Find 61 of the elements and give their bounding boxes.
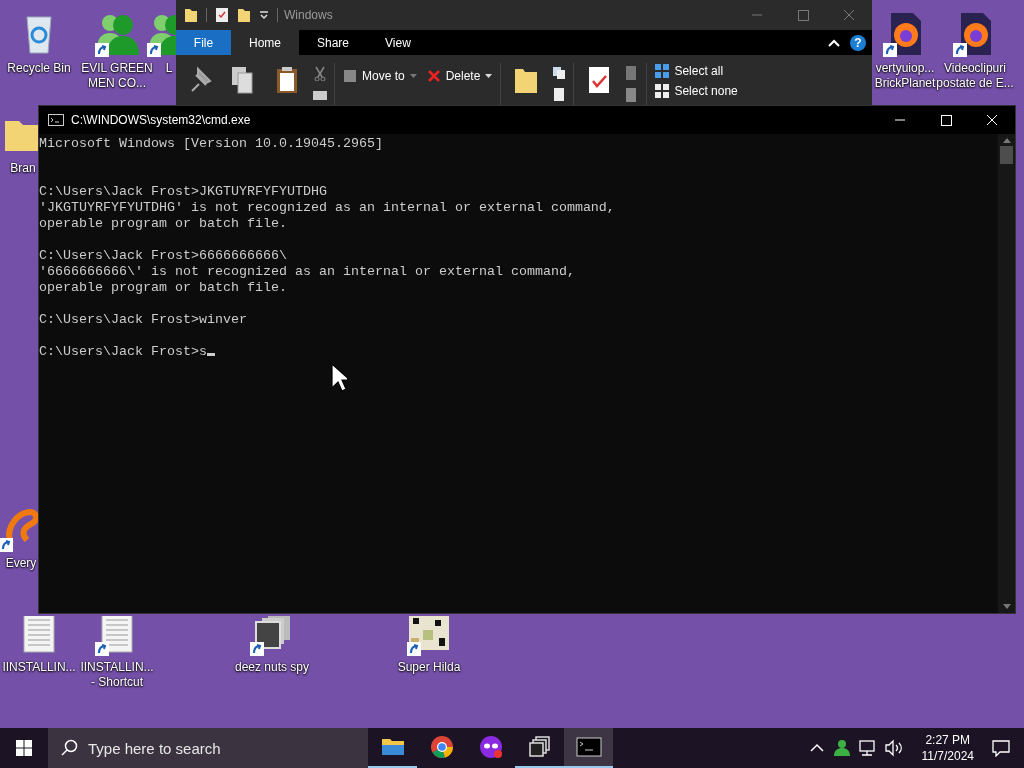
chrome-icon (428, 734, 455, 760)
ribbon-tab[interactable]: View (367, 30, 429, 55)
window-title: C:\WINDOWS\system32\cmd.exe (71, 113, 252, 127)
scissors-icon[interactable] (312, 65, 328, 81)
notification-icon[interactable] (992, 739, 1010, 757)
clock-time[interactable]: 2:27 PM (925, 732, 971, 748)
icon-label[interactable]: Bran (10, 161, 36, 176)
volume-icon[interactable] (883, 739, 904, 757)
checklist-icon[interactable] (215, 7, 229, 23)
window-title: Windows (284, 8, 334, 22)
icon-label[interactable]: Every (5, 556, 37, 571)
ribbon-tab[interactable]: Home (231, 30, 299, 55)
person-icon[interactable] (831, 739, 850, 757)
console-line: '6666666666\' is not recognized as an internal or external command, (39, 264, 575, 279)
mask-icon (477, 734, 504, 760)
scroll-down-icon[interactable] (1002, 604, 1011, 609)
chevron-up-icon[interactable] (809, 743, 824, 753)
window-stack-icon (526, 734, 553, 760)
icon-label[interactable]: vertyuiop... BrickPlanet (874, 61, 936, 91)
icon-label[interactable]: IINSTALLIN... - Shortcut (80, 660, 154, 690)
console-line: operable program or batch file. (39, 280, 287, 295)
file-menu-button[interactable]: File (176, 30, 231, 55)
ribbon-button[interactable]: Select all (653, 63, 740, 79)
icon-label[interactable]: L (165, 61, 173, 76)
console-line: C:\Users\Jack Frost>6666666666\ (39, 248, 287, 263)
icon-label[interactable]: Recycle Bin (7, 61, 71, 76)
scrollbar[interactable] (998, 134, 1015, 613)
ribbon-button[interactable]: Move to (341, 65, 419, 87)
search-field[interactable]: Type here to search (48, 728, 368, 768)
network-icon[interactable] (857, 739, 876, 757)
console-line: C:\Users\Jack Frost>JKGTUYRFYFYUTDHG (39, 184, 327, 199)
ribbon-tab[interactable]: Share (299, 30, 368, 55)
select-all-icon (655, 64, 670, 78)
mouse-pointer-icon (331, 363, 347, 393)
help-button[interactable]: ? (850, 34, 866, 51)
scroll-thumb[interactable] (1000, 146, 1013, 164)
console-icon (575, 734, 602, 760)
console-line: operable program or batch file. (39, 216, 287, 231)
delete-x-icon (426, 69, 441, 83)
console-icon (48, 114, 64, 126)
collapse-caret-icon[interactable] (828, 38, 840, 47)
new-item-icon[interactable] (551, 65, 568, 81)
icon-label[interactable]: Super Hilda (397, 660, 461, 675)
ribbon-button[interactable]: Delete (424, 65, 495, 87)
folder-icon[interactable] (184, 7, 198, 23)
console-line: Microsoft Windows [Version 10.0.19045.2965] (39, 136, 383, 151)
windows-logo-icon (16, 740, 32, 756)
search-icon (60, 739, 78, 757)
folder-icon[interactable] (237, 7, 251, 23)
taskbar-app-button[interactable] (564, 728, 613, 768)
scroll-up-icon[interactable] (1002, 138, 1011, 143)
icon-label[interactable]: EVIL GREEN MEN CO... (81, 61, 153, 91)
clock-date[interactable]: 11/7/2024 (921, 748, 974, 764)
icon-label[interactable]: Videoclipuri postate de E... (936, 61, 1014, 91)
console-line: C:\Users\Jack Frost>winver (39, 312, 247, 327)
console-line: 'JKGTUYRFYFYUTDHG' is not recognized as an internal or external command, (39, 200, 615, 215)
icon-label[interactable]: deez nuts spy (234, 660, 309, 675)
console-line: C:\Users\Jack Frost>s (39, 344, 207, 359)
ribbon-button[interactable]: Select none (653, 83, 740, 99)
icon-label[interactable]: IINSTALLIN... (2, 660, 76, 675)
select-none-icon (655, 84, 670, 98)
